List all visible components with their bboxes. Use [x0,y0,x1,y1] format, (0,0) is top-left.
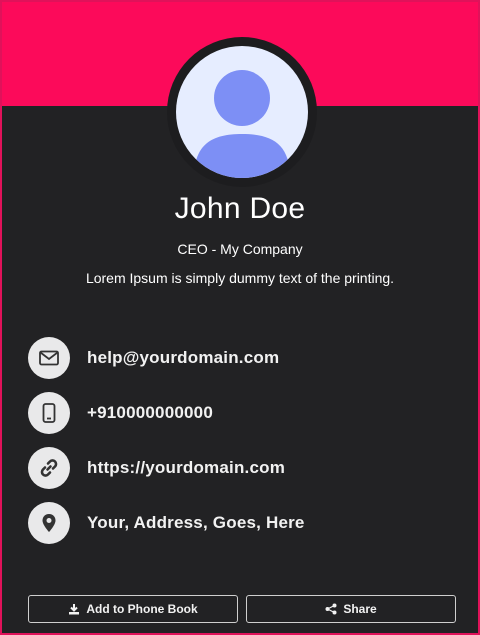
avatar [167,37,317,187]
profile-name: John Doe [174,192,306,225]
contact-email-text: help@yourdomain.com [87,348,280,367]
share-button[interactable]: Share [246,595,456,623]
map-marker-icon [28,502,70,544]
download-icon [69,604,80,615]
add-to-phone-book-button[interactable]: Add to Phone Book [28,595,238,623]
profile-description: Lorem Ipsum is simply dummy text of the … [85,270,395,286]
contact-list: help@yourdomain.com +910000000000 https:… [28,336,305,556]
contact-address[interactable]: Your, Address, Goes, Here [28,501,305,545]
link-icon [28,447,70,489]
profile-card: John Doe CEO - My Company Lorem Ipsum is… [0,0,480,635]
user-avatar-icon [176,46,308,178]
share-icon [325,603,337,615]
mobile-phone-icon [28,392,70,434]
share-label: Share [343,602,377,616]
envelope-icon [28,337,70,379]
contact-phone-text: +910000000000 [87,403,213,422]
contact-website-text: https://yourdomain.com [87,458,286,477]
contact-phone[interactable]: +910000000000 [28,391,305,435]
contact-website[interactable]: https://yourdomain.com [28,446,305,490]
profile-title: CEO - My Company [177,241,303,257]
contact-email[interactable]: help@yourdomain.com [28,336,305,380]
contact-address-text: Your, Address, Goes, Here [87,513,305,532]
add-to-phone-book-label: Add to Phone Book [86,602,198,616]
